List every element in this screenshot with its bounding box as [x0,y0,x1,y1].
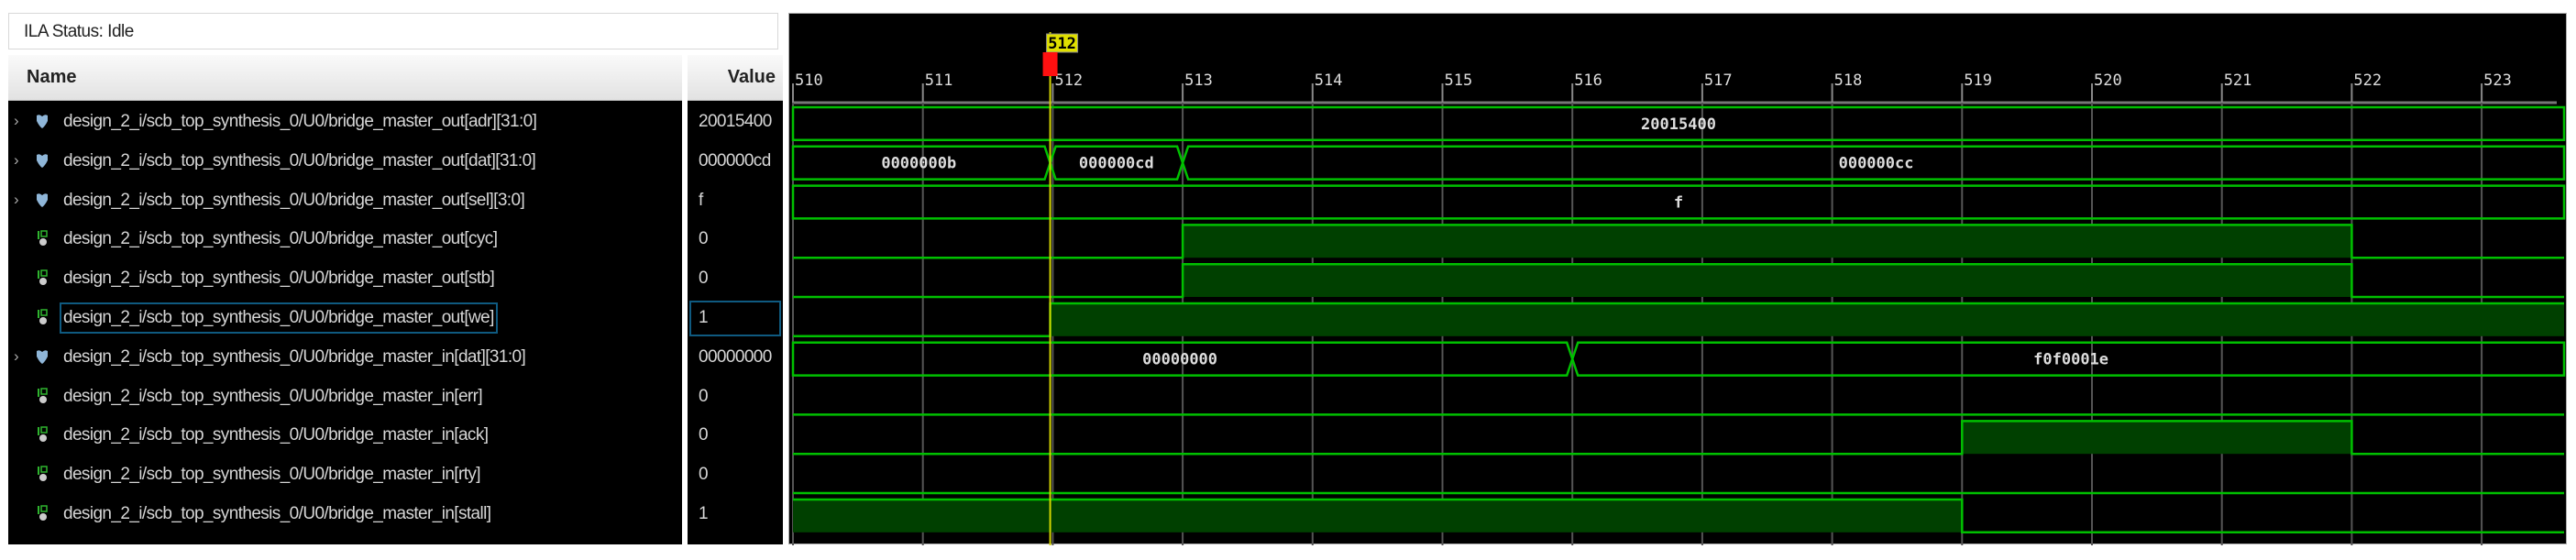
bus-value-label: 00000000 [1142,351,1217,369]
bit-icon [38,426,48,443]
signal-value-text: 0 [699,465,709,485]
signal-row[interactable]: › design_2_i/scb_top_synthesis_0/U0/bridg… [8,142,682,181]
ruler-tick-label: 521 [2224,71,2252,90]
value-header-label: Value [727,67,776,87]
signal-high-fill [1962,421,2352,455]
signal-name: design_2_i/scb_top_synthesis_0/U0/bridge… [60,302,498,334]
signal-value[interactable]: 1 [688,299,783,338]
bit-icon [38,309,48,324]
signal-value[interactable]: f [688,181,783,221]
signal-name: design_2_i/scb_top_synthesis_0/U0/bridge… [63,465,481,485]
bit-icon [38,505,48,521]
ruler-tick-label: 523 [2483,71,2512,90]
signal-name: design_2_i/scb_top_synthesis_0/U0/bridge… [63,504,491,523]
signal-value-text: 000000cd [699,150,771,170]
signal-name: design_2_i/scb_top_synthesis_0/U0/bridge… [63,425,489,445]
expand-chevron-icon[interactable]: › [14,112,19,130]
name-column-header[interactable]: Name [8,55,682,101]
signal-row[interactable]: design_2_i/scb_top_synthesis_0/U0/bridge… [8,299,682,338]
signal-name: design_2_i/scb_top_synthesis_0/U0/bridge… [63,112,537,131]
ila-status-text: ILA Status: Idle [24,22,134,41]
bus-value-label: 20015400 [1641,115,1716,134]
bus-value-label: f [1674,194,1683,213]
signal-value[interactable]: 20015400 [688,103,783,142]
ruler-tick-label: 522 [2353,71,2382,90]
bus-value-label: 000000cd [1079,155,1154,173]
ruler-tick-label: 510 [795,71,823,90]
signal-value-text: 0 [699,386,709,406]
signal-name: design_2_i/scb_top_synthesis_0/U0/bridge… [63,346,526,367]
ruler-tick-label: 520 [2094,71,2122,90]
signal-row[interactable]: design_2_i/scb_top_synthesis_0/U0/bridge… [8,416,682,456]
ruler-tick-label: 514 [1315,71,1343,90]
signal-row[interactable]: design_2_i/scb_top_synthesis_0/U0/bridge… [8,378,682,417]
signal-value-text: 1 [699,308,709,327]
signal-name: design_2_i/scb_top_synthesis_0/U0/bridge… [63,269,495,289]
value-column-header[interactable]: Value [688,55,783,101]
signal-value-text: 0 [699,229,709,249]
signal-value[interactable]: 000000cd [688,142,783,181]
signal-value[interactable]: 00000000 [688,338,783,378]
signal-value[interactable]: 0 [688,416,783,456]
ruler-tick-label: 511 [925,71,953,90]
signal-row[interactable]: design_2_i/scb_top_synthesis_0/U0/bridge… [8,259,682,299]
bus-icon [37,153,48,168]
signal-name: design_2_i/scb_top_synthesis_0/U0/bridge… [63,229,498,249]
signal-value[interactable]: 0 [688,220,783,259]
signal-high-fill [793,500,1963,533]
signal-value-list: 20015400 000000cd f 0 0 1 00000000 0 0 0 1 [688,101,783,544]
signal-high-fill [1183,225,2352,258]
signal-value[interactable]: 0 [688,378,783,417]
signal-value-text: 20015400 [699,112,772,131]
ruler-tick-label: 517 [1704,71,1733,90]
cursor-label: 512 [1048,35,1076,53]
ruler-tick-label: 519 [1964,71,1992,90]
signal-value-text: 0 [699,425,709,445]
signal-value[interactable]: 1 [688,495,783,534]
bit-icon [38,269,48,286]
signal-row[interactable]: design_2_i/scb_top_synthesis_0/U0/bridge… [8,456,682,495]
signal-value[interactable]: 0 [688,259,783,299]
ruler-tick-label: 515 [1445,71,1473,90]
signal-row[interactable]: design_2_i/scb_top_synthesis_0/U0/bridge… [8,495,682,534]
ruler-tick-label: 512 [1054,71,1083,90]
cursor-marker-icon[interactable] [1042,52,1058,76]
bus-icon [37,115,48,128]
signal-row[interactable]: › design_2_i/scb_top_synthesis_0/U0/bridg… [8,181,682,221]
expand-chevron-icon[interactable]: › [14,191,19,209]
signal-high-fill [1183,264,2352,297]
expand-chevron-icon[interactable]: › [14,151,19,170]
ruler-tick-label: 516 [1574,71,1602,90]
signal-name: design_2_i/scb_top_synthesis_0/U0/bridge… [63,150,536,170]
signal-high-fill [1050,303,2564,336]
signal-value-text: 00000000 [699,346,772,367]
bit-icon [38,466,48,482]
signal-row[interactable]: design_2_i/scb_top_synthesis_0/U0/bridge… [8,220,682,259]
signal-row[interactable]: › design_2_i/scb_top_synthesis_0/U0/bridg… [8,338,682,378]
signal-name: design_2_i/scb_top_synthesis_0/U0/bridge… [63,386,483,406]
signal-value-text: 1 [699,504,709,523]
ruler-tick-label: 513 [1184,71,1213,90]
ila-status-bar: ILA Status: Idle [8,13,778,49]
bit-icon [38,387,48,403]
signal-value-text: f [699,190,703,210]
bus-value-label: 000000cc [1839,155,1914,173]
expand-chevron-icon[interactable]: › [14,347,19,366]
signal-value[interactable]: 0 [688,456,783,495]
signal-row[interactable]: › design_2_i/scb_top_synthesis_0/U0/bridg… [8,103,682,142]
signal-value-text: 0 [699,269,709,289]
bus-icon [37,349,48,364]
signal-name-list: › design_2_i/scb_top_synthesis_0/U0/bridg… [8,101,682,544]
bus-icon [37,192,48,207]
signal-name: design_2_i/scb_top_synthesis_0/U0/bridge… [63,190,525,210]
bit-icon [38,230,48,247]
waveform-canvas[interactable]: 510 511 512 513 514 515 516 517 518 519 520 521 522 5… [789,14,2568,545]
name-header-label: Name [27,67,77,87]
bus-value-label: f0f0001e [2033,351,2108,369]
waveform-panel[interactable]: 510 511 512 513 514 515 516 517 518 519 520 521 522 5… [788,13,2568,545]
bus-value-label: 0000000b [881,155,956,173]
ruler-tick-label: 518 [1834,71,1863,90]
